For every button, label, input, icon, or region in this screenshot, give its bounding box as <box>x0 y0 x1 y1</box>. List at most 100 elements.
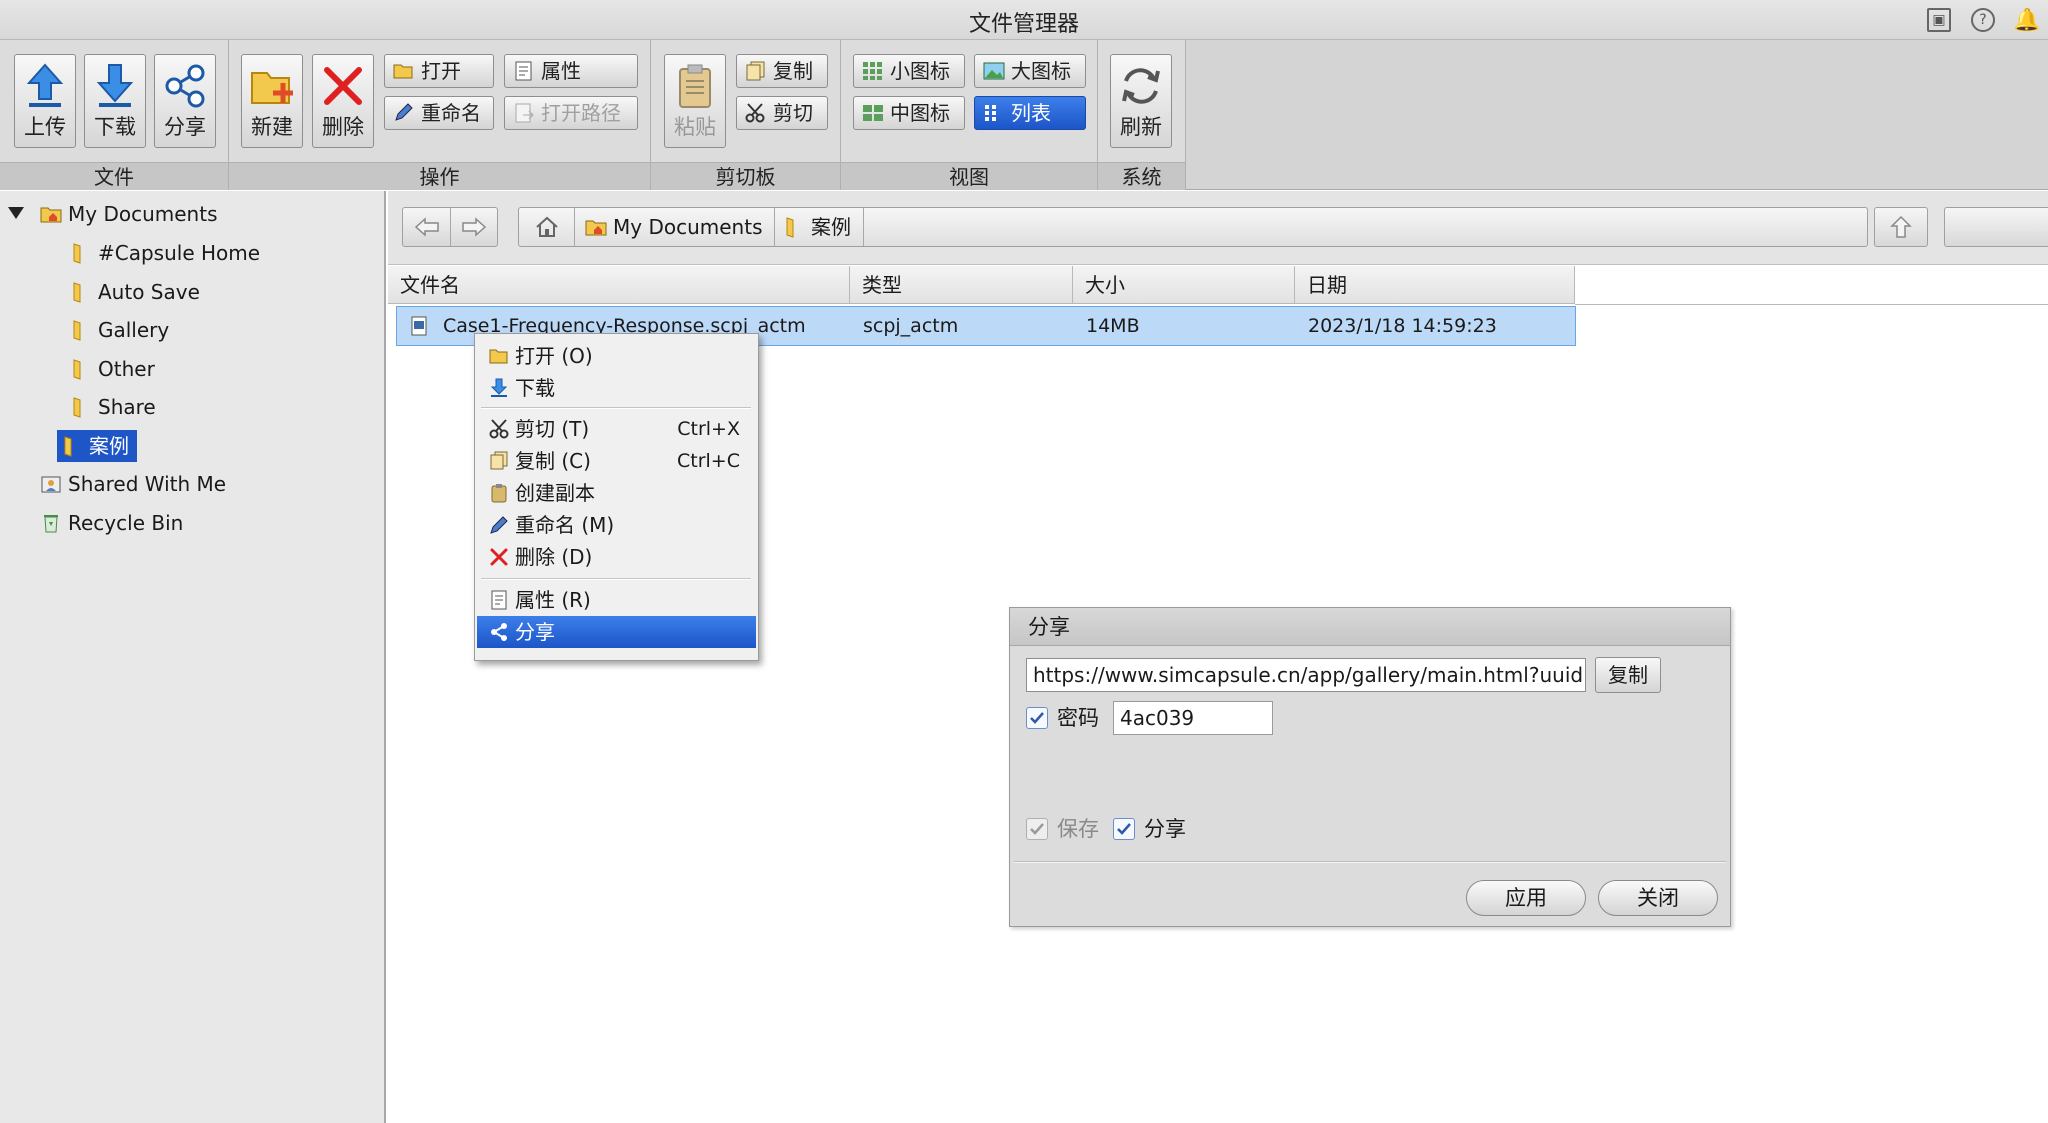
tree-expand-caret-icon[interactable] <box>8 207 24 219</box>
properties-button[interactable]: 属性 <box>504 54 638 88</box>
small-icons-icon <box>863 62 882 80</box>
password-field[interactable]: 4ac039 <box>1113 701 1273 735</box>
tree-item-my-documents[interactable]: My Documents <box>40 198 217 230</box>
breadcrumb-cases[interactable]: 案例 <box>773 208 864 246</box>
column-header-type[interactable]: 类型 <box>850 266 1073 304</box>
share-button[interactable]: 分享 <box>154 54 216 148</box>
notification-bell-icon[interactable]: 🔔 <box>2013 8 2040 33</box>
ribbon-group-file: 上传 下载 分享 文件 <box>0 40 229 190</box>
column-header-date[interactable]: 日期 <box>1295 266 1575 304</box>
copy-icon <box>490 451 508 470</box>
properties-icon <box>491 590 507 610</box>
back-icon[interactable] <box>403 208 451 246</box>
delete-icon <box>313 61 373 111</box>
list-view-button[interactable]: 列表 <box>974 96 1086 130</box>
home-folder-icon <box>40 207 62 223</box>
rename-pencil-icon <box>490 516 508 534</box>
menu-item-share[interactable]: 分享 <box>477 616 756 648</box>
menu-item-delete[interactable]: 删除 (D) <box>477 541 756 573</box>
title-bar: 文件管理器 ▣ ? 🔔 <box>0 0 2048 40</box>
group-label-file: 文件 <box>0 162 228 190</box>
copy-button[interactable]: 复制 <box>736 54 828 88</box>
close-button[interactable]: 关闭 <box>1598 880 1718 916</box>
refresh-button[interactable]: 刷新 <box>1110 54 1172 148</box>
large-icons-button[interactable]: 大图标 <box>974 54 1086 88</box>
download-button[interactable]: 下载 <box>84 54 146 148</box>
tree-item-shared-with-me[interactable]: Shared With Me <box>40 468 226 500</box>
delete-button[interactable]: 删除 <box>312 54 374 148</box>
search-field[interactable] <box>1944 207 2048 247</box>
share-checkbox[interactable] <box>1113 818 1135 840</box>
group-label-system: 系统 <box>1098 162 1185 190</box>
upload-icon <box>15 61 75 111</box>
upload-button[interactable]: 上传 <box>14 54 76 148</box>
paste-button[interactable]: 粘贴 <box>664 54 726 148</box>
menu-item-rename[interactable]: 重命名 (M) <box>477 509 756 541</box>
share-icon <box>155 61 215 111</box>
tree-item-gallery[interactable]: Gallery <box>70 314 169 346</box>
menu-item-download[interactable]: 下载 <box>477 372 756 404</box>
rename-button[interactable]: 重命名 <box>384 96 494 130</box>
up-icon[interactable] <box>1874 207 1928 247</box>
share-url-field[interactable]: https://www.simcapsule.cn/app/gallery/ma… <box>1026 658 1586 692</box>
folder-icon <box>73 282 81 303</box>
small-icons-button[interactable]: 小图标 <box>853 54 965 88</box>
tree-item-share[interactable]: Share <box>70 391 156 423</box>
forward-icon[interactable] <box>451 208 497 246</box>
copy-url-button[interactable]: 复制 <box>1595 657 1661 693</box>
checkmark-icon <box>1030 712 1044 724</box>
shared-folder-icon <box>41 476 61 493</box>
file-icon <box>411 316 427 336</box>
rename-pencil-icon <box>395 103 413 121</box>
tree-item-auto-save[interactable]: Auto Save <box>70 276 200 308</box>
tree-item-other[interactable]: Other <box>70 353 155 385</box>
breadcrumb-my-documents[interactable]: My Documents <box>575 208 776 246</box>
file-date-cell: 2023/1/18 14:59:23 <box>1308 315 1497 337</box>
apply-button[interactable]: 应用 <box>1466 880 1586 916</box>
home-icon[interactable] <box>519 208 575 246</box>
medium-icons-button[interactable]: 中图标 <box>853 96 965 130</box>
recycle-bin-icon <box>44 515 58 533</box>
password-checkbox[interactable] <box>1026 707 1048 729</box>
save-label: 保存 <box>1057 817 1099 841</box>
open-path-button[interactable]: 打开路径 <box>504 96 638 130</box>
tree-item-cases[interactable]: 案例 <box>57 430 137 462</box>
password-label: 密码 <box>1057 706 1099 730</box>
refresh-icon <box>1111 61 1171 111</box>
help-icon[interactable]: ? <box>1971 8 1995 32</box>
column-header-size[interactable]: 大小 <box>1073 266 1295 304</box>
open-folder-icon <box>489 349 508 364</box>
fullscreen-icon[interactable]: ▣ <box>1927 8 1951 32</box>
file-size-cell: 14MB <box>1086 315 1140 337</box>
menu-item-open[interactable]: 打开 (O) <box>477 340 756 372</box>
open-button[interactable]: 打开 <box>384 54 494 88</box>
group-label-clipboard: 剪切板 <box>651 162 840 190</box>
large-icons-icon <box>983 62 1005 80</box>
download-icon <box>490 378 508 397</box>
menu-item-copy[interactable]: 复制 (C) Ctrl+C <box>477 445 756 477</box>
tree-item-capsule-home[interactable]: #Capsule Home <box>70 237 260 269</box>
column-header-name[interactable]: 文件名 <box>388 266 850 304</box>
cut-button[interactable]: 剪切 <box>736 96 828 130</box>
folder-icon <box>73 320 81 341</box>
folder-icon <box>73 359 81 380</box>
checkmark-icon <box>1030 823 1044 835</box>
tree-item-recycle-bin[interactable]: Recycle Bin <box>40 507 183 539</box>
menu-item-cut[interactable]: 剪切 (T) Ctrl+X <box>477 413 756 445</box>
group-label-ops: 操作 <box>229 162 650 190</box>
open-path-icon <box>515 103 534 123</box>
new-button[interactable]: 新建 <box>241 54 303 148</box>
breadcrumb: My Documents 案例 <box>518 207 1868 247</box>
folder-icon <box>64 436 72 457</box>
menu-item-duplicate[interactable]: 创建副本 <box>477 477 756 509</box>
menu-item-properties[interactable]: 属性 (R) <box>477 584 756 616</box>
download-icon <box>85 61 145 111</box>
ribbon-group-ops: 新建 删除 打开 属性 重命名 打开路径 操作 <box>229 40 651 190</box>
ribbon-empty-area <box>1186 40 2048 190</box>
group-label-view: 视图 <box>841 162 1097 190</box>
save-checkbox[interactable] <box>1026 818 1048 840</box>
menu-separator <box>481 407 751 409</box>
ribbon: 上传 下载 分享 文件 新建 删除 打开 属性 重命名 打开路径 操作 粘贴 复… <box>0 40 1186 190</box>
ribbon-group-system: 刷新 系统 <box>1098 40 1186 190</box>
paste-icon <box>665 61 725 111</box>
